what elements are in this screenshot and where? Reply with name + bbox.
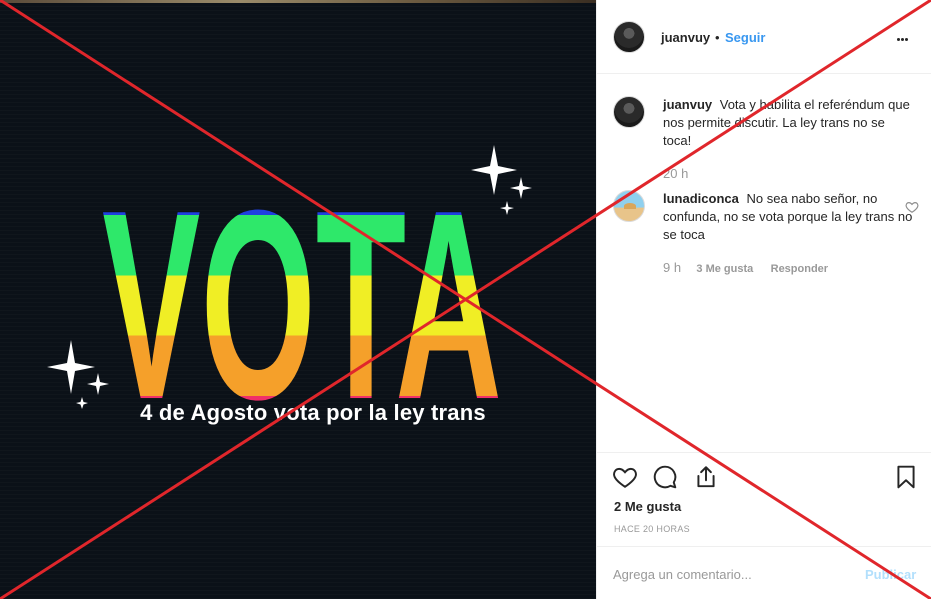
- reply-button[interactable]: Responder: [771, 263, 828, 275]
- comment-icon[interactable]: [652, 464, 678, 490]
- vota-word: VOTA: [102, 155, 502, 420]
- comment-time[interactable]: 9 h: [663, 260, 681, 275]
- like-comment-heart-icon[interactable]: [905, 200, 919, 214]
- heart-icon[interactable]: [612, 464, 638, 490]
- follow-button[interactable]: Seguir: [725, 30, 765, 45]
- post-timestamp[interactable]: HACE 20 HORAS: [614, 524, 690, 534]
- avatar[interactable]: [613, 96, 645, 128]
- vota-graphic: VOTA: [47, 145, 532, 420]
- publish-button[interactable]: Publicar: [865, 567, 916, 582]
- separator: •: [715, 30, 720, 45]
- comment-meta: 9 h 3 Me gusta Responder: [663, 260, 842, 275]
- comment-text-block: juanvuy Vota y habilita el referéndum qu…: [663, 96, 913, 150]
- comment-text-block: lunadiconca No sea nabo señor, no confun…: [663, 190, 913, 244]
- share-icon[interactable]: [693, 464, 719, 490]
- comment-username[interactable]: juanvuy: [663, 97, 712, 112]
- comment-input[interactable]: [613, 563, 853, 585]
- post-caption-graphic: 4 de Agosto vota por la ley trans: [140, 400, 486, 425]
- comment-username[interactable]: lunadiconca: [663, 191, 739, 206]
- post-actions: 2 Me gusta HACE 20 HORAS: [597, 452, 931, 547]
- comment-likes-button[interactable]: 3 Me gusta: [696, 263, 753, 275]
- avatar[interactable]: [613, 21, 645, 53]
- comment-meta: 20 h: [663, 166, 700, 181]
- more-options-icon[interactable]: [897, 28, 917, 46]
- avatar[interactable]: [613, 190, 645, 222]
- comment-time[interactable]: 20 h: [663, 166, 688, 181]
- post-image[interactable]: VOTA 4 de Agosto vota por la ley trans: [0, 0, 596, 599]
- post-side-panel: juanvuy • Seguir juanvuy Vota y habilita…: [596, 0, 931, 599]
- likes-count[interactable]: 2 Me gusta: [614, 499, 681, 514]
- comment-form: Publicar: [597, 546, 931, 600]
- header-username[interactable]: juanvuy: [661, 30, 710, 45]
- bookmark-icon[interactable]: [893, 464, 919, 490]
- post-header: juanvuy • Seguir: [597, 0, 931, 74]
